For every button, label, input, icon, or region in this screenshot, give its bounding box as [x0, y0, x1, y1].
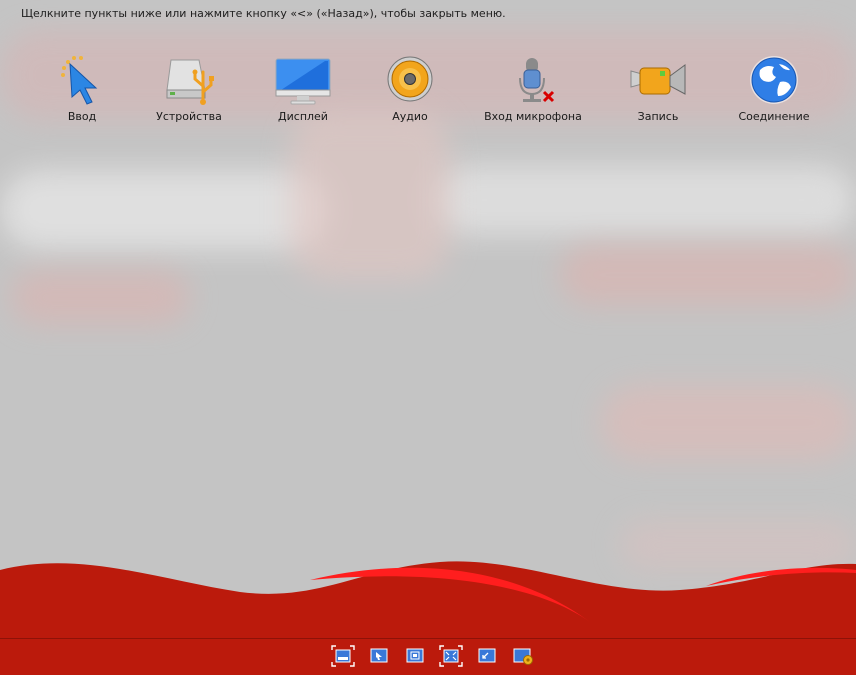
fullscreen-icon: [439, 645, 463, 667]
menu-item-label: Дисплей: [278, 110, 328, 123]
menu-item-label: Ввод: [67, 110, 97, 123]
menu-item-connection[interactable]: Соединение: [714, 52, 834, 123]
menu-item-recording[interactable]: Запись: [598, 52, 718, 123]
pointer-cursor-icon: [54, 52, 110, 108]
menu-item-microphone-input[interactable]: Вход микрофона: [473, 52, 593, 123]
menu-item-label: Соединение: [738, 110, 810, 123]
speaker-icon: [382, 52, 438, 108]
menu-item-label: Устройства: [156, 110, 222, 123]
menu-item-input[interactable]: Ввод: [22, 52, 142, 123]
cursor-window-button[interactable]: [367, 645, 391, 667]
minimize-window-button[interactable]: [475, 645, 499, 667]
menu-item-label: Аудио: [392, 110, 428, 123]
window-mode-icon: [331, 645, 355, 667]
menu-item-label: Вход микрофона: [484, 110, 582, 123]
keyboard-window-button[interactable]: [403, 645, 427, 667]
window-mode-button[interactable]: [331, 645, 355, 667]
menu-item-audio[interactable]: Аудио: [350, 52, 470, 123]
usb-drive-icon: [161, 52, 217, 108]
menu-item-display[interactable]: Дисплей: [243, 52, 363, 123]
fullscreen-button[interactable]: [439, 645, 463, 667]
monitor-icon: [275, 52, 331, 108]
menu-item-label: Запись: [637, 110, 679, 123]
globe-icon: [746, 52, 802, 108]
bottom-taskbar: [0, 638, 856, 675]
menu-item-devices[interactable]: Устройства: [129, 52, 249, 123]
main-menu: Ввод Устройства Дисплей Аудио Вход микро…: [0, 52, 856, 132]
settings-window-button[interactable]: [511, 645, 535, 667]
settings-window-icon: [513, 648, 533, 665]
video-camera-icon: [630, 52, 686, 108]
red-wave-decoration: [0, 561, 856, 640]
microphone-muted-icon: [505, 52, 561, 108]
instruction-text: Щелкните пункты ниже или нажмите кнопку …: [21, 7, 506, 20]
cursor-window-icon: [370, 648, 388, 663]
keyboard-window-icon: [406, 648, 424, 663]
minimize-window-icon: [478, 648, 496, 663]
